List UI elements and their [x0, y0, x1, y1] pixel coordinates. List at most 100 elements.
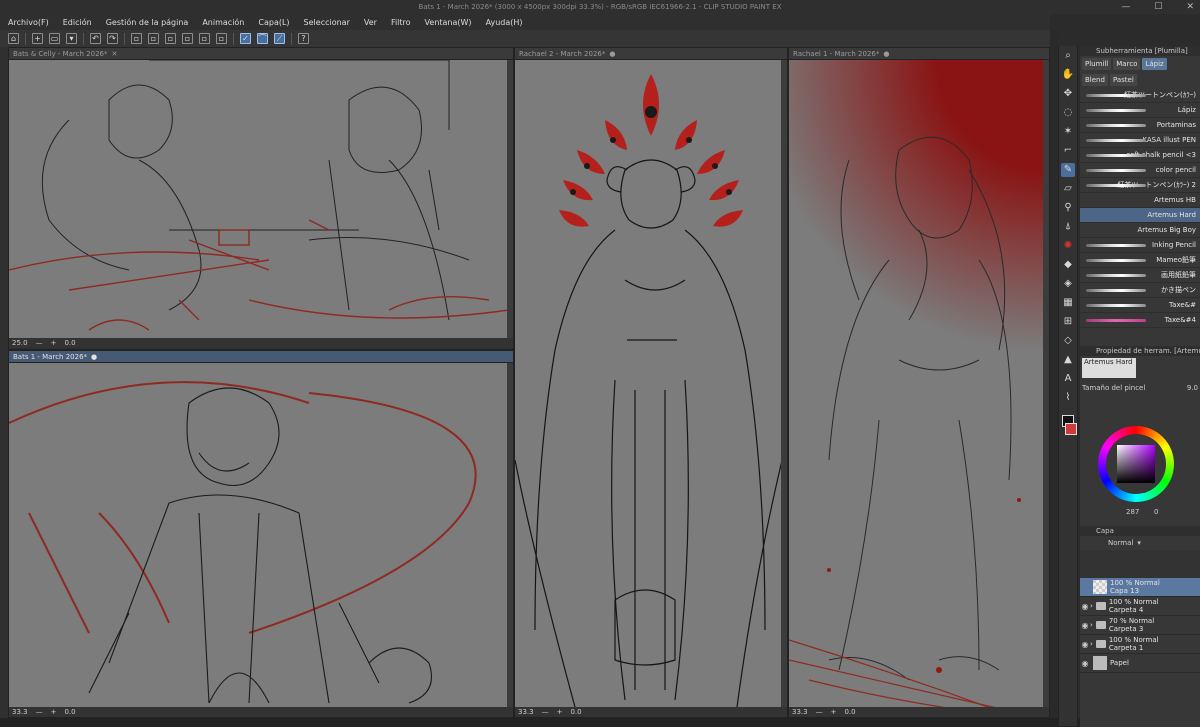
menu-edit[interactable]: Edición: [63, 18, 92, 27]
menu-select[interactable]: Seleccionar: [304, 18, 350, 27]
eye-icon[interactable]: ◉: [1080, 640, 1090, 649]
transform-icon[interactable]: ▫: [216, 33, 227, 44]
brush-size-value[interactable]: 9.0: [1187, 384, 1198, 392]
zoom-value[interactable]: 33.3: [792, 707, 808, 717]
correct-line-icon[interactable]: ⌇: [1061, 391, 1075, 405]
menu-help[interactable]: Ayuda(H): [486, 18, 523, 27]
brush-item[interactable]: 紅茶ツートンペン(ｶﾗｰ) 2: [1080, 178, 1200, 193]
brush-item[interactable]: Artemus HB: [1080, 193, 1200, 208]
layer-item-selected[interactable]: 100 % Normal Capa 13: [1080, 578, 1200, 597]
color-indicator-value[interactable]: 0: [1154, 508, 1158, 516]
subtab-blend[interactable]: Blend: [1082, 74, 1108, 86]
canvas-bats-1[interactable]: [9, 363, 513, 707]
brush-item[interactable]: Taxe&#: [1080, 298, 1200, 313]
open-file-icon[interactable]: ▭: [49, 33, 60, 44]
blend-mode-select[interactable]: Normal: [1108, 539, 1133, 547]
zoom-value[interactable]: 25.0: [12, 338, 28, 348]
subtab-marco[interactable]: Marco: [1113, 58, 1141, 70]
settings-icon[interactable]: ?: [298, 33, 309, 44]
vertical-scrollbar[interactable]: [1043, 60, 1049, 707]
canvas-bats-celly[interactable]: [9, 60, 513, 338]
move-icon[interactable]: ✥: [1061, 87, 1075, 101]
undo-icon[interactable]: ↶: [90, 33, 101, 44]
canvas-rachael-2[interactable]: [515, 60, 787, 707]
minimize-button[interactable]: —: [1121, 0, 1130, 14]
menu-page[interactable]: Gestión de la página: [106, 18, 189, 27]
brush-item[interactable]: Taxe&#4: [1080, 313, 1200, 328]
tab-rachael-2[interactable]: Rachael 2 - March 2026* ●: [515, 48, 787, 60]
gradient-icon[interactable]: ▦: [1061, 296, 1075, 310]
hand-icon[interactable]: ✋: [1061, 68, 1075, 82]
tab-rachael-1[interactable]: Rachael 1 - March 2026* ●: [789, 48, 1049, 60]
vertical-scrollbar[interactable]: [507, 363, 513, 707]
menu-file[interactable]: Archivo(F): [8, 18, 49, 27]
deselect-icon[interactable]: ▫: [148, 33, 159, 44]
zoom-out-icon[interactable]: —: [816, 707, 823, 717]
menu-layer[interactable]: Capa(L): [258, 18, 289, 27]
zoom-icon[interactable]: ⌕: [1061, 49, 1075, 63]
home-icon[interactable]: ⌂: [8, 33, 19, 44]
expand-icon[interactable]: ›: [1090, 621, 1093, 629]
brush-item[interactable]: soft chalk pencil <3: [1080, 148, 1200, 163]
eyedropper-icon[interactable]: ⌐: [1061, 144, 1075, 158]
canvas-rachael-1[interactable]: [789, 60, 1049, 707]
close-tab-icon[interactable]: ●: [609, 48, 615, 60]
eye-icon[interactable]: ◉: [1080, 659, 1090, 668]
vertical-scrollbar[interactable]: [781, 60, 787, 707]
new-file-icon[interactable]: +: [32, 33, 43, 44]
zoom-in-icon[interactable]: +: [51, 338, 57, 348]
brush-item[interactable]: color pencil: [1080, 163, 1200, 178]
brush-item[interactable]: Inking Pencil: [1080, 238, 1200, 253]
layer-item[interactable]: ◉ › 100 % Normal Carpeta 1: [1080, 635, 1200, 654]
fill-icon[interactable]: ◈: [1061, 277, 1075, 291]
zoom-out-icon[interactable]: —: [36, 707, 43, 717]
eye-icon[interactable]: ◉: [1080, 602, 1090, 611]
brush-item[interactable]: 画用紙鉛筆: [1080, 268, 1200, 283]
airbrush-icon[interactable]: ⍋: [1061, 220, 1075, 234]
layer-item[interactable]: ◉ › 70 % Normal Carpeta 3: [1080, 616, 1200, 635]
zoom-in-icon[interactable]: +: [51, 707, 57, 717]
pen-icon[interactable]: ✎: [1061, 163, 1075, 177]
brush-item[interactable]: Portaminas: [1080, 118, 1200, 133]
invert-selection-icon[interactable]: ▫: [182, 33, 193, 44]
crop-icon[interactable]: ▫: [165, 33, 176, 44]
zoom-in-icon[interactable]: +: [831, 707, 837, 717]
close-tab-icon[interactable]: ●: [91, 351, 97, 363]
rotation-value[interactable]: 0.0: [64, 707, 75, 717]
hue-value[interactable]: 287: [1126, 508, 1139, 516]
rotation-value[interactable]: 0.0: [64, 338, 75, 348]
brush-item[interactable]: かき描ペン: [1080, 283, 1200, 298]
close-tab-icon[interactable]: ●: [883, 48, 889, 60]
eye-icon[interactable]: ◉: [1080, 621, 1090, 630]
maximize-button[interactable]: ☐: [1154, 0, 1162, 14]
close-tab-icon[interactable]: ✕: [111, 48, 117, 60]
menu-window[interactable]: Ventana(W): [425, 18, 472, 27]
shape-icon[interactable]: ◇: [1061, 334, 1075, 348]
saturation-value-square[interactable]: [1117, 445, 1155, 483]
brush-item[interactable]: 紅茶ツートンペン(ｶﾗｰ): [1080, 88, 1200, 103]
lasso-icon[interactable]: ◌: [1061, 106, 1075, 120]
zoom-value[interactable]: 33.3: [518, 707, 534, 717]
blend-icon[interactable]: ◆: [1061, 258, 1075, 272]
tab-bats-celly[interactable]: Bats & Celly - March 2026* ✕: [9, 48, 513, 60]
clear-icon[interactable]: ▫: [131, 33, 142, 44]
rotation-value[interactable]: 0.0: [844, 707, 855, 717]
eraser-icon[interactable]: ▱: [1061, 182, 1075, 196]
snap-grid-icon[interactable]: ⟋: [274, 33, 285, 44]
zoom-out-icon[interactable]: —: [542, 707, 549, 717]
brush-icon[interactable]: ⚲: [1061, 201, 1075, 215]
subtab-plumilla[interactable]: Plumill: [1082, 58, 1112, 70]
balloon-icon[interactable]: ▲: [1061, 353, 1075, 367]
layer-item[interactable]: ◉ › 100 % Normal Carpeta 4: [1080, 597, 1200, 616]
text-icon[interactable]: A: [1061, 372, 1075, 386]
menu-animation[interactable]: Animación: [202, 18, 244, 27]
layer-item-paper[interactable]: ◉ Papel: [1080, 654, 1200, 673]
decoration-icon[interactable]: ✺: [1061, 239, 1075, 253]
redo-icon[interactable]: ↷: [107, 33, 118, 44]
zoom-in-icon[interactable]: +: [557, 707, 563, 717]
brush-item[interactable]: Mameo鉛筆: [1080, 253, 1200, 268]
fill-selection-icon[interactable]: ▫: [199, 33, 210, 44]
subtab-pastel[interactable]: Pastel: [1109, 74, 1137, 86]
tab-bats-1[interactable]: Bats 1 - March 2026* ●: [9, 351, 513, 363]
frame-icon[interactable]: ⊞: [1061, 315, 1075, 329]
